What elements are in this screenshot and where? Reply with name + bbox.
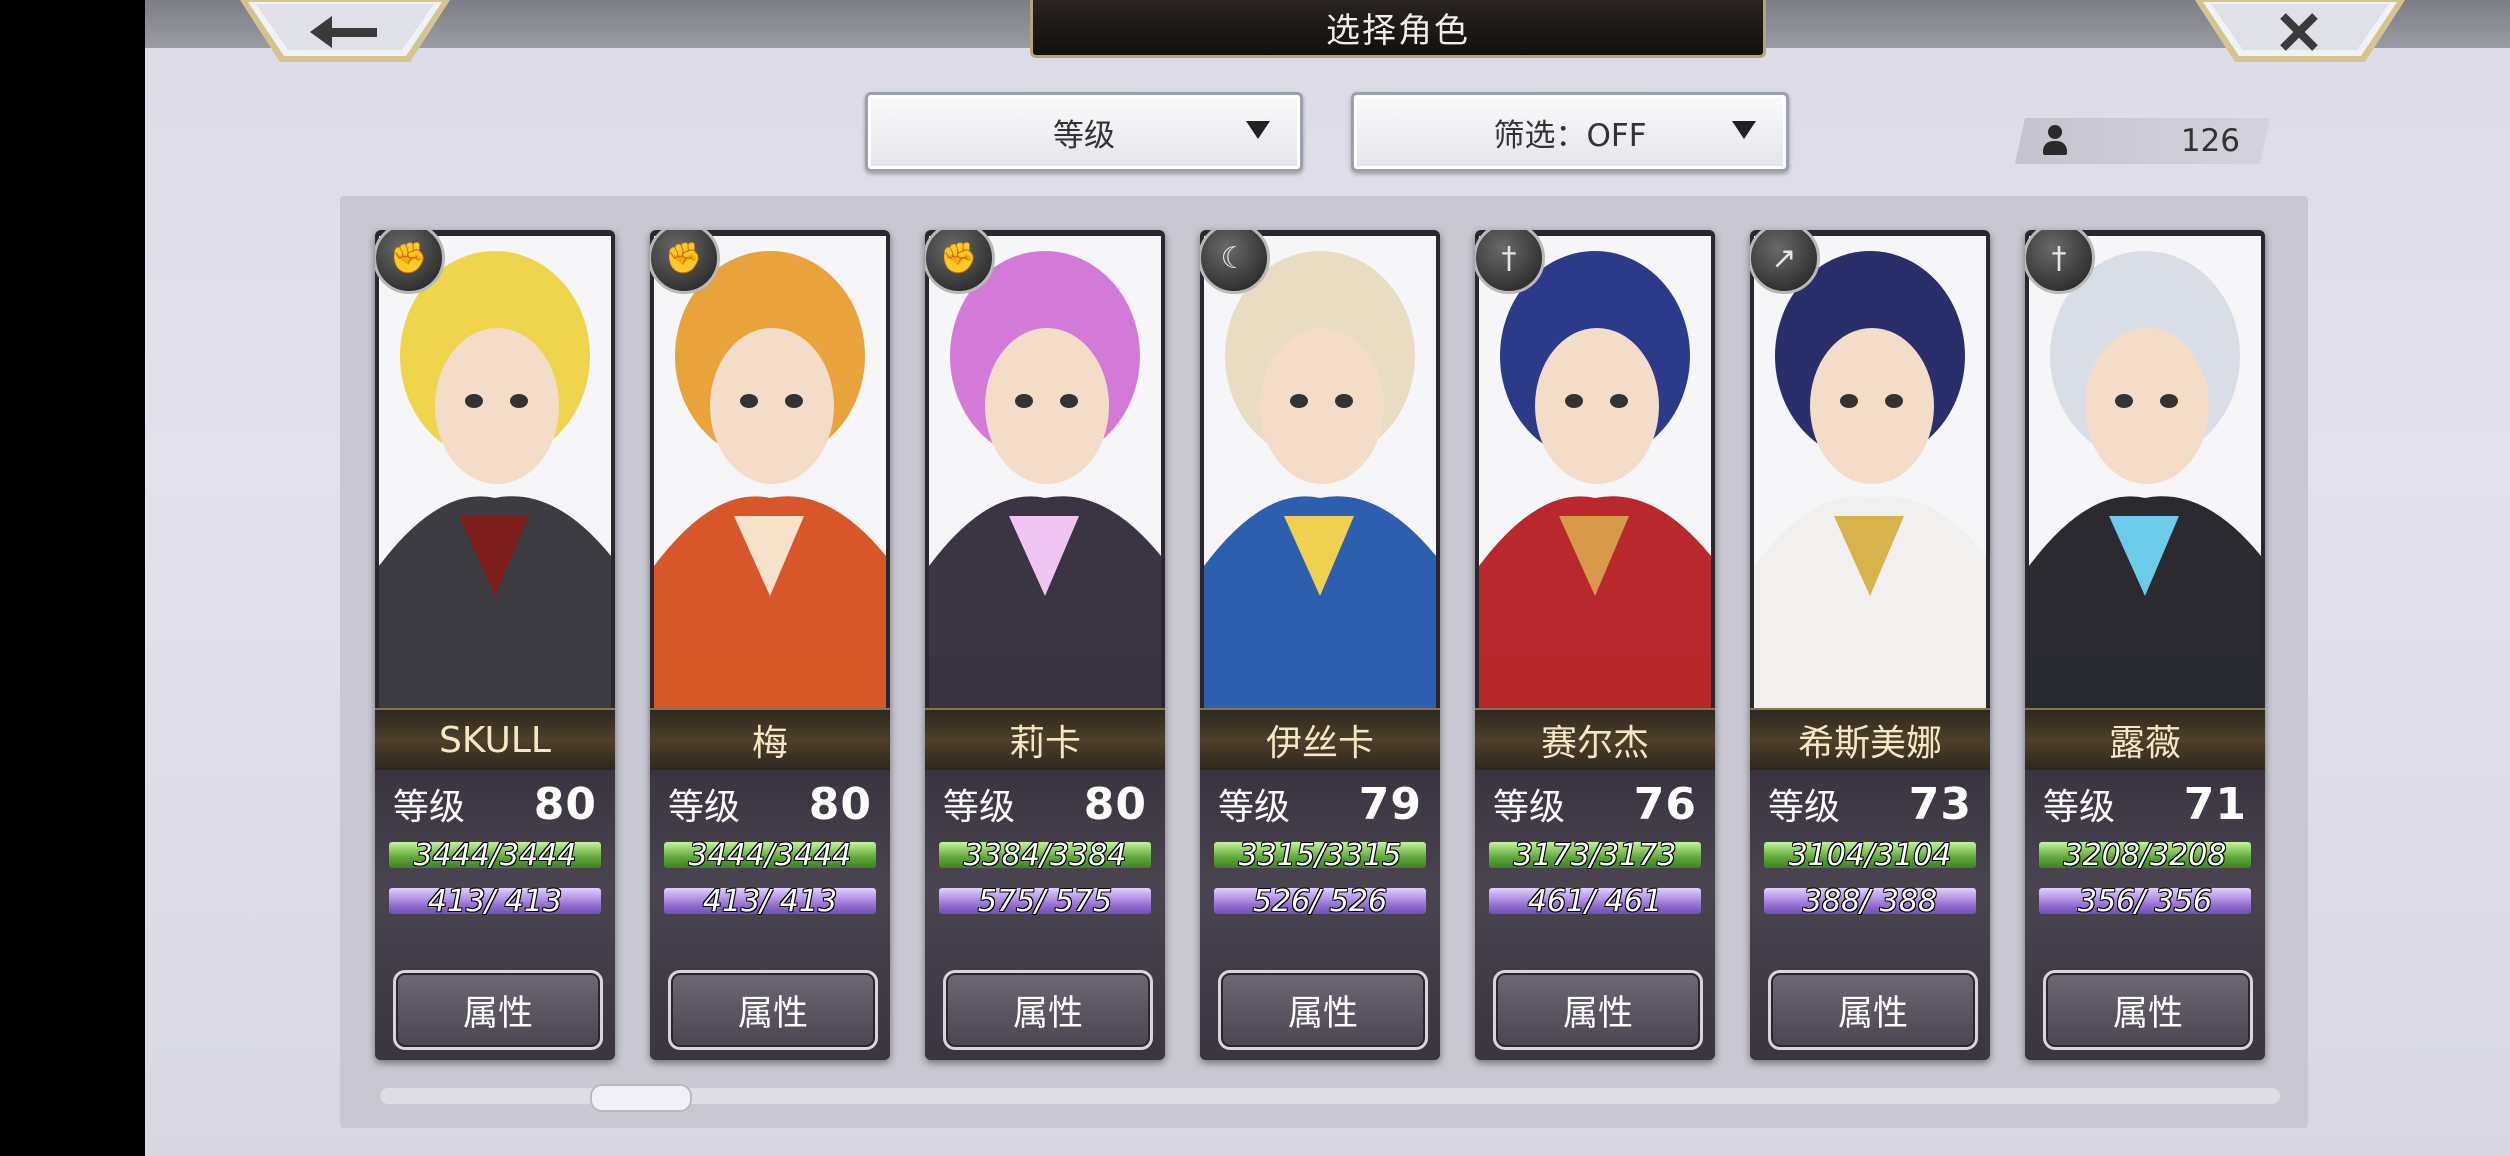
- hp-bar: 3444/3444: [389, 838, 601, 873]
- dropdown-arrow-icon: [1246, 121, 1270, 139]
- scrollbar-thumb[interactable]: [590, 1084, 692, 1112]
- character-stats: 等级 71 3208/3208 356/ 356 属性: [2025, 770, 2265, 1060]
- character-card[interactable]: † 露薇 等级 71 3208/3208 356/ 356 属性: [2025, 230, 2265, 1060]
- character-name: 露薇: [2025, 708, 2265, 772]
- person-icon: [2040, 125, 2070, 157]
- level-label: 等级: [393, 787, 466, 828]
- character-card[interactable]: ✊ 梅 等级 80 3444/3444 413/ 413 属性: [650, 230, 890, 1060]
- mp-bar: 413/ 413: [389, 884, 601, 919]
- character-card[interactable]: ✊ 莉卡 等级 80 3384/3384 575/ 575 属性: [925, 230, 1165, 1060]
- back-button[interactable]: [240, 0, 450, 68]
- character-select-screen: 选择角色 等级 筛选：OFF 126 ✊ SKULL 等级 80 3444/34…: [145, 0, 2510, 1156]
- hp-bar: 3173/3173: [1489, 838, 1701, 873]
- character-name: 赛尔杰: [1475, 708, 1715, 772]
- close-button[interactable]: [2195, 0, 2405, 68]
- arrow-left-icon: [240, 0, 450, 62]
- character-name: 希斯美娜: [1750, 708, 1990, 772]
- character-card[interactable]: ☾ 伊丝卡 等级 79 3315/3315 526/ 526 属性: [1200, 230, 1440, 1060]
- mp-bar: 526/ 526: [1214, 884, 1426, 919]
- character-count-value: 126: [2180, 123, 2240, 159]
- level-label: 等级: [1768, 787, 1841, 828]
- level-value: 80: [1083, 779, 1147, 830]
- level-label: 等级: [668, 787, 741, 828]
- level-value: 80: [808, 779, 872, 830]
- level-label: 等级: [2043, 787, 2116, 828]
- hp-bar: 3208/3208: [2039, 838, 2251, 873]
- character-portrait[interactable]: [654, 236, 886, 708]
- mp-bar: 461/ 461: [1489, 884, 1701, 919]
- level-label: 等级: [1493, 787, 1566, 828]
- character-stats: 等级 80 3384/3384 575/ 575 属性: [925, 770, 1165, 1060]
- character-stats: 等级 80 3444/3444 413/ 413 属性: [375, 770, 615, 1060]
- character-card[interactable]: † 赛尔杰 等级 76 3173/3173 461/ 461 属性: [1475, 230, 1715, 1060]
- mp-bar: 356/ 356: [2039, 884, 2251, 919]
- character-stats: 等级 76 3173/3173 461/ 461 属性: [1475, 770, 1715, 1060]
- sort-label: 等级: [1053, 117, 1115, 154]
- attribute-button[interactable]: 属性: [393, 970, 603, 1050]
- mp-bar: 413/ 413: [664, 884, 876, 919]
- level-label: 等级: [943, 787, 1016, 828]
- level-value: 76: [1633, 779, 1697, 830]
- level-value: 71: [2183, 779, 2247, 830]
- character-card[interactable]: ✊ SKULL 等级 80 3444/3444 413/ 413 属性: [375, 230, 615, 1060]
- character-card[interactable]: ↗ 希斯美娜 等级 73 3104/3104 388/ 388 属性: [1750, 230, 1990, 1060]
- mp-bar: 575/ 575: [939, 884, 1151, 919]
- character-portrait[interactable]: [1479, 236, 1711, 708]
- character-portrait[interactable]: [379, 236, 611, 708]
- level-value: 80: [533, 779, 597, 830]
- attribute-button[interactable]: 属性: [668, 970, 878, 1050]
- attribute-button[interactable]: 属性: [1768, 970, 1978, 1050]
- character-portrait[interactable]: [1754, 236, 1986, 708]
- hp-bar: 3315/3315: [1214, 838, 1426, 873]
- attribute-button[interactable]: 属性: [1493, 970, 1703, 1050]
- close-x-icon: [2195, 0, 2405, 62]
- character-name: 莉卡: [925, 708, 1165, 772]
- attribute-button[interactable]: 属性: [1218, 970, 1428, 1050]
- level-value: 79: [1358, 779, 1422, 830]
- character-portrait[interactable]: [929, 236, 1161, 708]
- hp-bar: 3384/3384: [939, 838, 1151, 873]
- character-portrait[interactable]: [2029, 236, 2261, 708]
- page-title: 选择角色: [1030, 0, 1766, 58]
- character-portrait[interactable]: [1204, 236, 1436, 708]
- character-name: SKULL: [375, 708, 615, 772]
- character-stats: 等级 79 3315/3315 526/ 526 属性: [1200, 770, 1440, 1060]
- character-name: 梅: [650, 708, 890, 772]
- mp-bar: 388/ 388: [1764, 884, 1976, 919]
- character-stats: 等级 73 3104/3104 388/ 388 属性: [1750, 770, 1990, 1060]
- filter-label: 筛选：OFF: [1493, 117, 1647, 154]
- character-name: 伊丝卡: [1200, 708, 1440, 772]
- dropdown-arrow-icon: [1732, 121, 1756, 139]
- filter-dropdown[interactable]: 筛选：OFF: [1351, 92, 1789, 172]
- attribute-button[interactable]: 属性: [2043, 970, 2253, 1050]
- character-stats: 等级 80 3444/3444 413/ 413 属性: [650, 770, 890, 1060]
- level-value: 73: [1908, 779, 1972, 830]
- hp-bar: 3104/3104: [1764, 838, 1976, 873]
- level-label: 等级: [1218, 787, 1291, 828]
- character-count: 126: [2015, 118, 2270, 164]
- hp-bar: 3444/3444: [664, 838, 876, 873]
- attribute-button[interactable]: 属性: [943, 970, 1153, 1050]
- sort-dropdown[interactable]: 等级: [865, 92, 1303, 172]
